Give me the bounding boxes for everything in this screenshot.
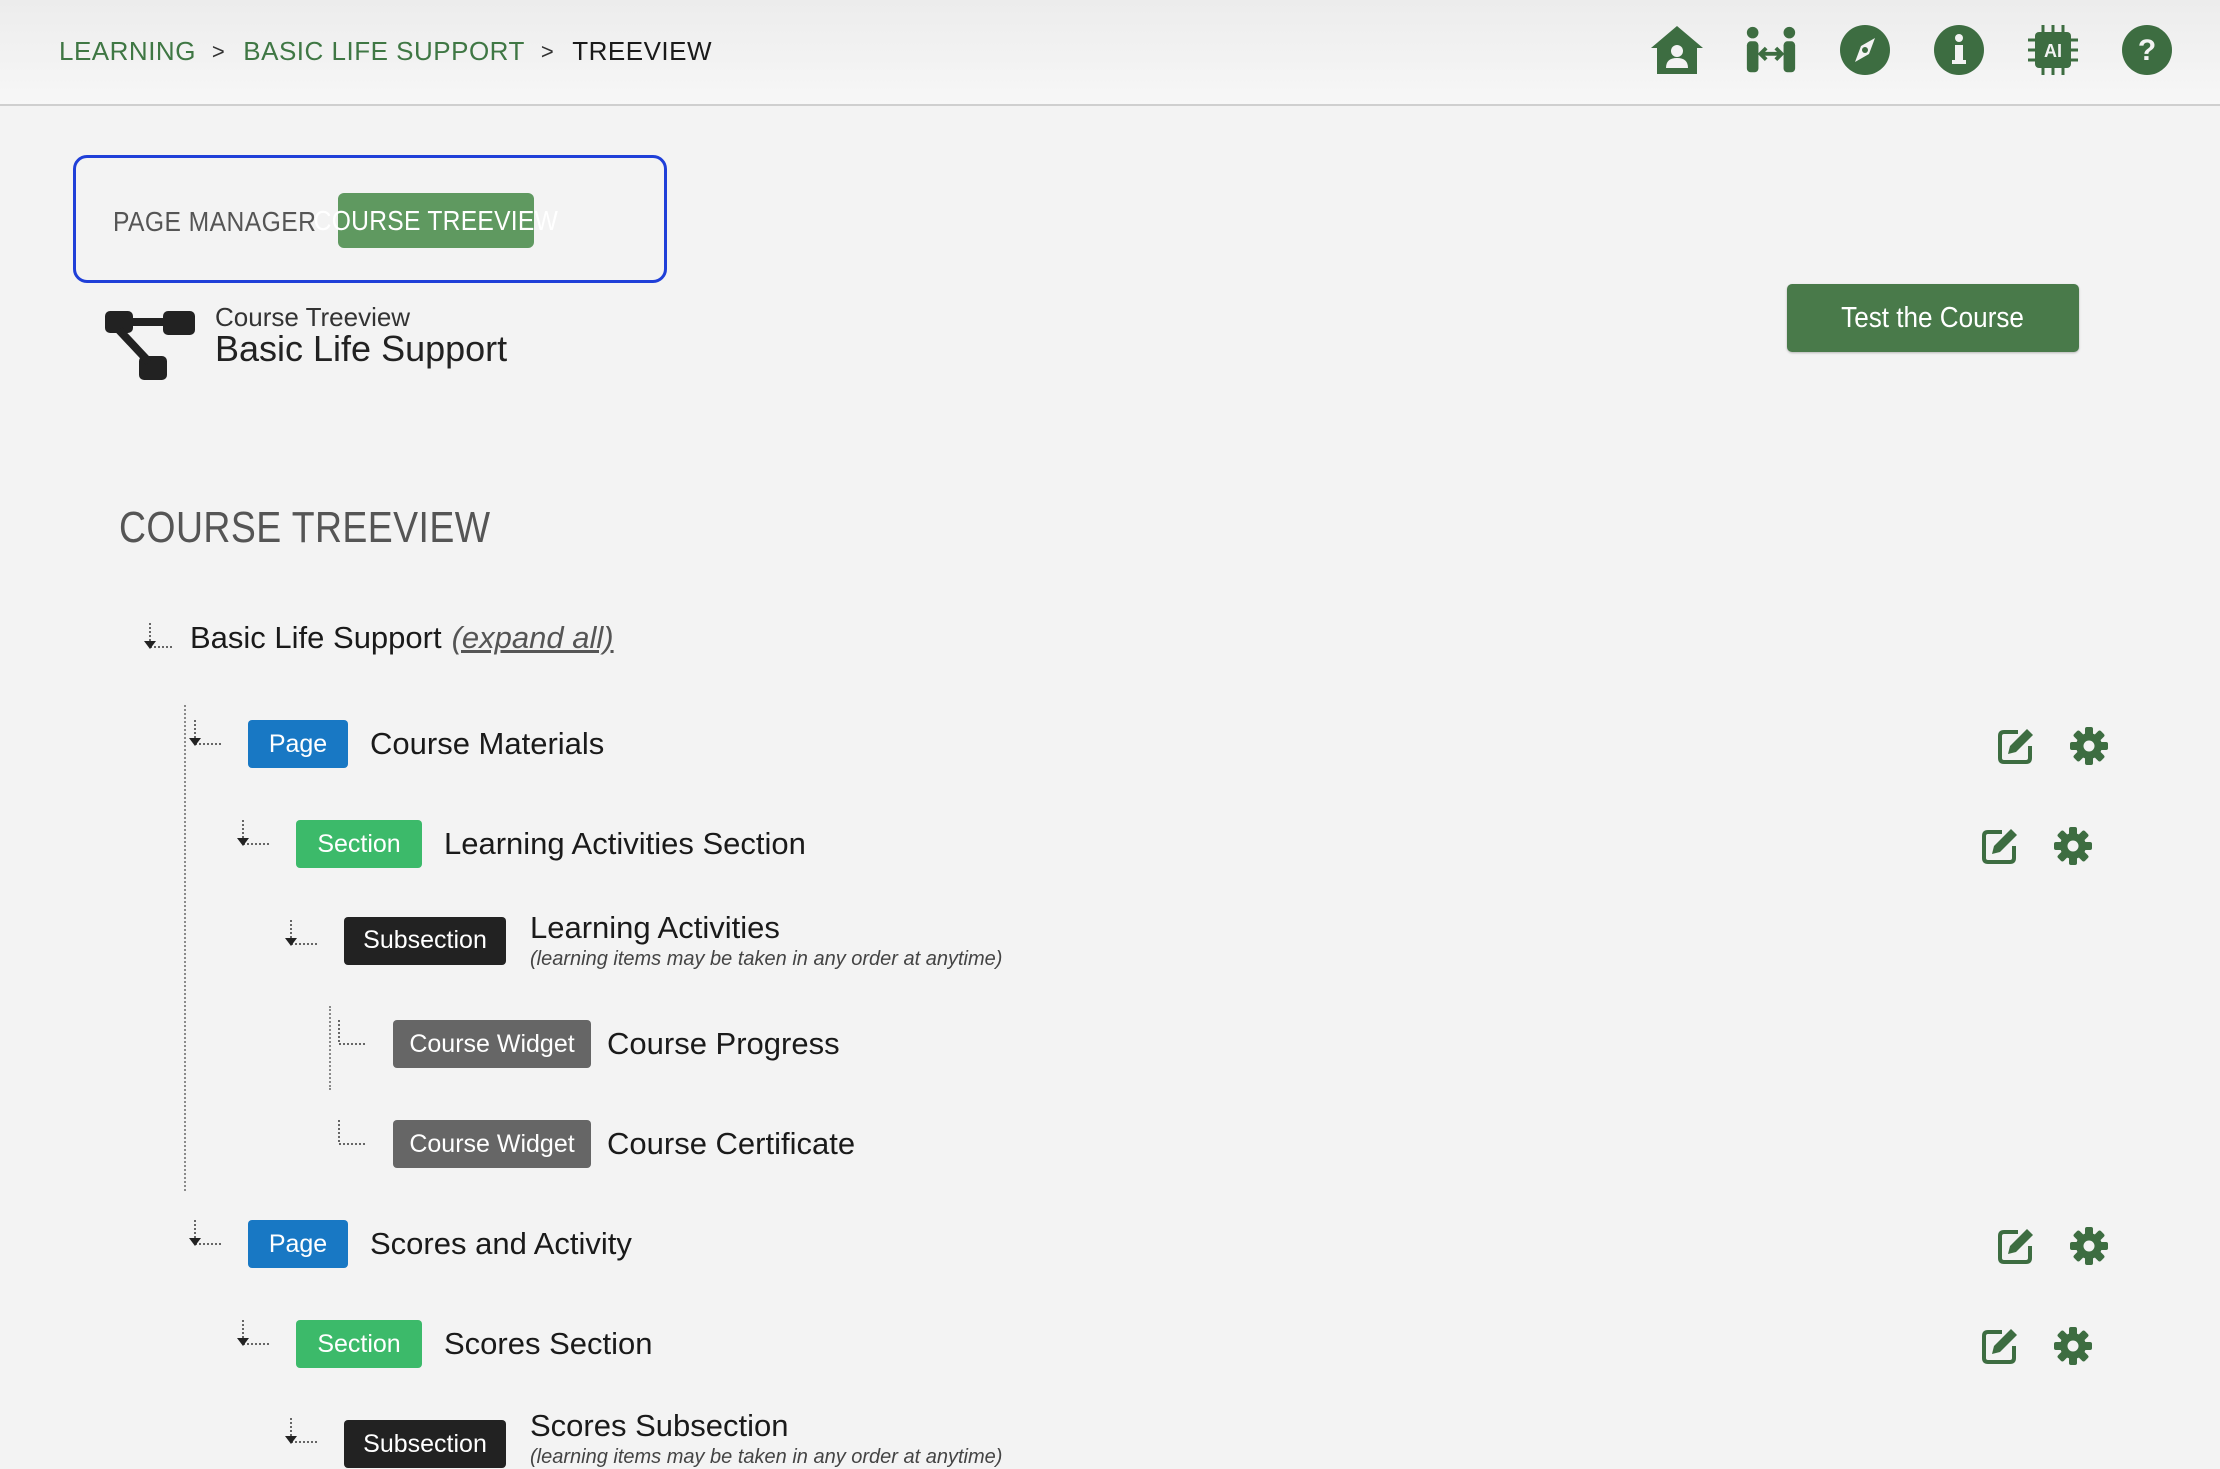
- home-icon[interactable]: [1649, 22, 1705, 78]
- header-title: Basic Life Support: [215, 328, 508, 369]
- tree-node-label[interactable]: Scores and Activity: [370, 1226, 632, 1262]
- breadcrumb-learning[interactable]: LEARNING: [59, 36, 196, 67]
- svg-text:?: ?: [2138, 34, 2156, 67]
- svg-text:AI: AI: [2044, 41, 2062, 61]
- page-badge-label: Page: [268, 729, 328, 758]
- section-badge[interactable]: Section: [296, 820, 422, 868]
- tab-page-manager[interactable]: PAGE MANAGER: [113, 206, 316, 238]
- tree-guide-line: [184, 705, 186, 1191]
- tree-node-label[interactable]: Course Materials: [370, 726, 604, 762]
- top-bar: LEARNING > BASIC LIFE SUPPORT > TREEVIEW: [0, 0, 2220, 106]
- subsection-badge-label: Subsection: [363, 926, 487, 954]
- tree-root: Basic Life Support (expand all): [140, 620, 614, 656]
- gear-icon[interactable]: [2053, 826, 2093, 866]
- edit-icon[interactable]: [1996, 1226, 2036, 1266]
- tab-course-treeview-label: COURSE TREEVIEW: [313, 204, 559, 236]
- tree-node-connector: [285, 1418, 317, 1444]
- edit-icon[interactable]: [1980, 1326, 2020, 1366]
- tree-node-scores-subsection: Subsection Scores Subsection (learning i…: [344, 1408, 1002, 1469]
- tree-node-connector: [189, 1220, 221, 1246]
- page-badge[interactable]: Page: [248, 720, 348, 768]
- treeview-icon: [105, 311, 195, 380]
- tree-node-scores-and-activity: Page Scores and Activity: [248, 1220, 632, 1268]
- subsection-badge[interactable]: Subsection: [344, 1420, 506, 1468]
- compass-icon[interactable]: [1837, 22, 1893, 78]
- tree-node-note: (learning items may be taken in any orde…: [530, 948, 1003, 970]
- tab-course-treeview[interactable]: COURSE TREEVIEW: [314, 193, 558, 248]
- tree-node-scores-section: Section Scores Section: [296, 1320, 653, 1368]
- tree-node-connector: [338, 1020, 365, 1045]
- help-icon[interactable]: ?: [2119, 22, 2175, 78]
- page-badge[interactable]: Page: [248, 1220, 348, 1268]
- tree-node-connector: [237, 1320, 269, 1346]
- people-connect-icon[interactable]: [1743, 22, 1799, 78]
- tree-node-label[interactable]: Learning Activities: [530, 910, 1002, 946]
- course-widget-badge[interactable]: Course Widget: [393, 1020, 591, 1068]
- tree-node-connector: [189, 720, 221, 746]
- tree-node-label[interactable]: Course Progress: [607, 1026, 840, 1062]
- tree-node-course-materials: Page Course Materials: [248, 720, 604, 768]
- page-badge-label: Page: [268, 1229, 328, 1258]
- tree-node-label[interactable]: Learning Activities Section: [444, 826, 806, 862]
- tree-node-note: (learning items may be taken in any orde…: [530, 1446, 1003, 1468]
- subsection-badge-label: Subsection: [363, 1429, 487, 1458]
- tree-node-label[interactable]: Scores Subsection: [530, 1408, 1002, 1444]
- tree-node-course-certificate: Course Widget Course Certificate: [393, 1120, 855, 1168]
- tree-node-connector: [285, 920, 317, 946]
- info-icon[interactable]: [1931, 22, 1987, 78]
- breadcrumb: LEARNING > BASIC LIFE SUPPORT > TREEVIEW: [59, 36, 712, 67]
- tree-node-course-progress: Course Widget Course Progress: [393, 1020, 840, 1068]
- section-badge-label: Section: [317, 829, 401, 858]
- tree-node-connector: [338, 1120, 365, 1145]
- breadcrumb-separator: >: [540, 38, 555, 64]
- breadcrumb-separator: >: [211, 38, 226, 64]
- tree-node-learning-activities-section: Section Learning Activities Section: [296, 820, 806, 868]
- section-badge[interactable]: Section: [296, 1320, 422, 1368]
- breadcrumb-current: TREEVIEW: [572, 36, 713, 66]
- view-tabs: PAGE MANAGER COURSE TREEVIEW: [73, 155, 667, 283]
- course-widget-badge-label: Course Widget: [409, 1029, 575, 1058]
- section-badge-label: Section: [317, 1329, 401, 1358]
- tree-node-learning-activities: Subsection Learning Activities (learning…: [344, 910, 1002, 971]
- test-course-button-label: Test the Course: [1841, 301, 2025, 334]
- tree-node-label-block: Learning Activities (learning items may …: [530, 910, 1002, 971]
- tree-node-label[interactable]: Course Certificate: [607, 1126, 855, 1162]
- course-widget-badge[interactable]: Course Widget: [393, 1120, 591, 1168]
- top-icon-bar: AI ?: [1611, 22, 2175, 78]
- edit-icon[interactable]: [1996, 726, 2036, 766]
- expand-all-link[interactable]: (expand all): [452, 620, 614, 656]
- test-course-button[interactable]: Test the Course: [1787, 284, 2079, 352]
- section-title: COURSE TREEVIEW: [119, 503, 491, 552]
- tree-node-connector: [237, 820, 269, 846]
- subsection-badge[interactable]: Subsection: [344, 916, 506, 965]
- breadcrumb-basic-life-support[interactable]: BASIC LIFE SUPPORT: [243, 36, 525, 67]
- edit-icon[interactable]: [1980, 826, 2020, 866]
- tree-node-label[interactable]: Scores Section: [444, 1326, 653, 1362]
- course-widget-badge-label: Course Widget: [409, 1129, 575, 1158]
- ai-chip-icon[interactable]: AI: [2025, 22, 2081, 78]
- tree-root-label[interactable]: Basic Life Support: [190, 620, 442, 656]
- gear-icon[interactable]: [2069, 1226, 2109, 1266]
- tree-root-connector: [144, 623, 174, 649]
- tree-node-label-block: Scores Subsection (learning items may be…: [530, 1408, 1002, 1469]
- gear-icon[interactable]: [2053, 1326, 2093, 1366]
- gear-icon[interactable]: [2069, 726, 2109, 766]
